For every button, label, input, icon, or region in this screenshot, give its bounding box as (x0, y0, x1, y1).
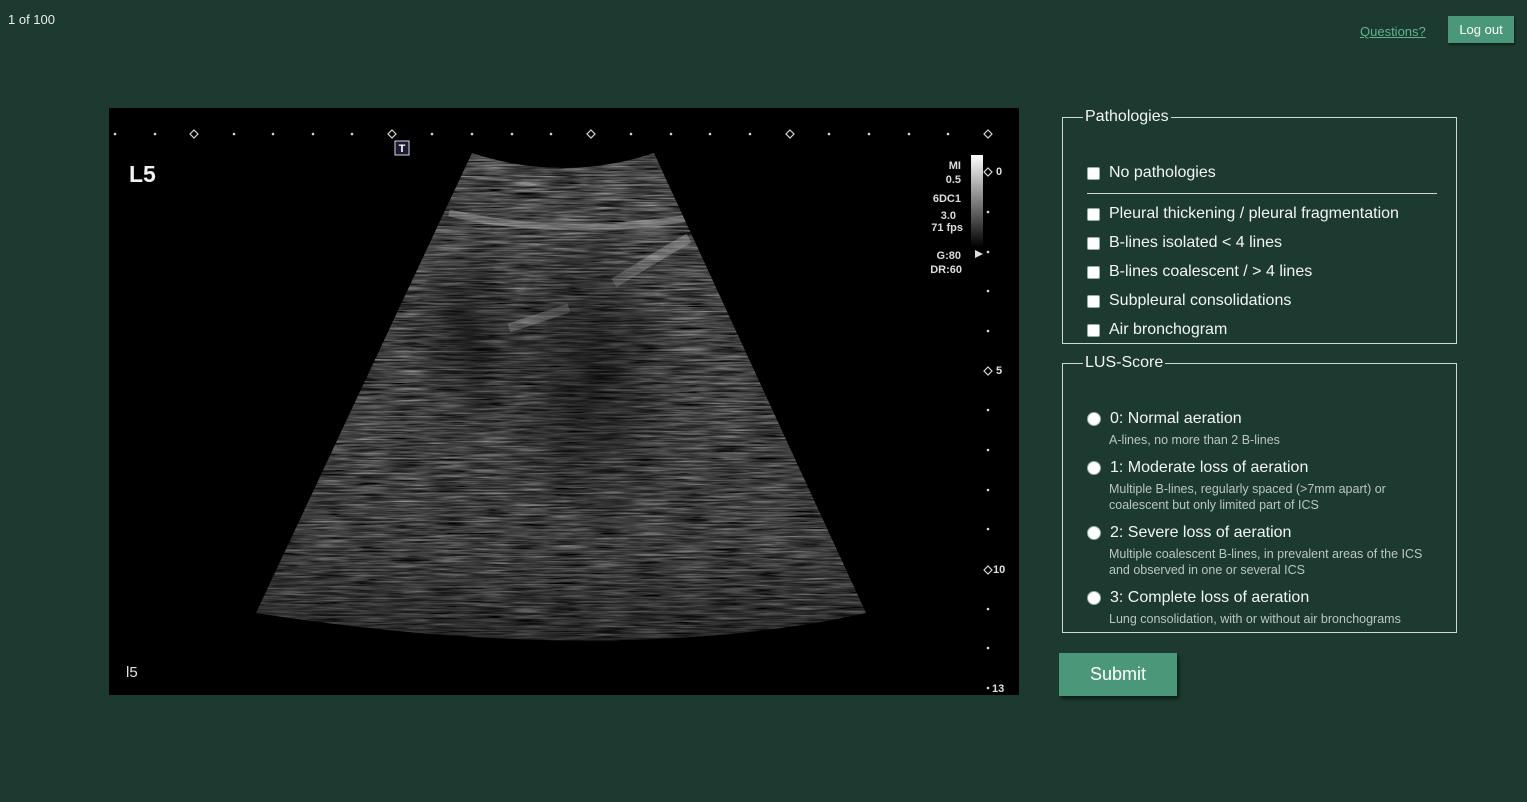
pathologies-divider (1087, 193, 1437, 194)
radio-score-3[interactable]: 3: Complete loss of aeration Lung consol… (1087, 589, 1439, 627)
checkbox-icon[interactable] (1087, 207, 1100, 221)
lus-score-legend: LUS-Score (1085, 354, 1164, 371)
radio-label: 3: Complete loss of aeration (1110, 589, 1310, 606)
radio-score-1[interactable]: 1: Moderate loss of aeration Multiple B-… (1087, 459, 1439, 513)
checkbox-pleural-thickening[interactable]: Pleural thickening / pleural fragmentati… (1087, 205, 1399, 223)
checkbox-air-bronchogram[interactable]: Air bronchogram (1087, 321, 1227, 339)
radio-description: Multiple B-lines, regularly spaced (>7mm… (1109, 482, 1386, 512)
checkbox-label: Subpleural consolidations (1109, 292, 1292, 309)
checkbox-label: B-lines coalescent / > 4 lines (1109, 263, 1313, 280)
ultrasound-scan: T (113, 129, 993, 690)
checkbox-icon[interactable] (1087, 323, 1100, 337)
depth-label-5: 5 (996, 365, 1003, 377)
grayscale-bar (971, 155, 983, 247)
checkbox-subpleural-consolidations[interactable]: Subpleural consolidations (1087, 292, 1291, 310)
pathologies-legend: Pathologies (1085, 108, 1169, 125)
depth-label-10: 10 (993, 564, 1006, 576)
checkbox-no-pathologies[interactable]: No pathologies (1087, 164, 1216, 182)
radio-score-0[interactable]: 0: Normal aeration A-lines, no more than… (1087, 410, 1439, 448)
lus-score-group: LUS-Score 0: Normal aeration A-lines, no… (1062, 354, 1457, 633)
checkbox-icon[interactable] (1087, 166, 1100, 180)
radio-label: 0: Normal aeration (1110, 410, 1242, 427)
radio-score-2[interactable]: 2: Severe loss of aeration Multiple coal… (1087, 524, 1439, 578)
pathologies-group: Pathologies No pathologies Pleural thick… (1062, 108, 1457, 344)
checkbox-label: No pathologies (1109, 164, 1216, 181)
dynamic-range-value: DR:60 (930, 264, 962, 276)
depth-label-0: 0 (996, 166, 1003, 178)
t-marker-label: T (399, 143, 406, 155)
depth-scale (986, 210, 990, 690)
checkbox-b-lines-isolated[interactable]: B-lines isolated < 4 lines (1087, 234, 1282, 252)
question-counter: 1 of 100 (8, 12, 55, 27)
radio-icon[interactable] (1087, 461, 1101, 475)
submit-button[interactable]: Submit (1059, 653, 1177, 696)
gain-value: G:80 (936, 250, 961, 262)
radio-description: A-lines, no more than 2 B-lines (1109, 433, 1280, 447)
zone-label-small: l5 (126, 664, 138, 681)
radio-description: Lung consolidation, with or without air … (1109, 612, 1401, 626)
probe-label: 6DC1 (932, 193, 961, 205)
mi-value: 0.5 (945, 174, 961, 186)
questions-link[interactable]: Questions? (1360, 24, 1426, 39)
frequency-value: 3.0 (940, 210, 956, 222)
radio-icon[interactable] (1087, 591, 1101, 605)
depth-label-13: 13 (992, 683, 1005, 695)
fps-value: 71 fps (931, 222, 963, 234)
checkbox-icon[interactable] (1087, 265, 1100, 279)
checkbox-b-lines-coalescent[interactable]: B-lines coalescent / > 4 lines (1087, 263, 1312, 281)
radio-icon[interactable] (1087, 412, 1101, 426)
radio-label: 2: Severe loss of aeration (1110, 524, 1292, 541)
radio-icon[interactable] (1087, 526, 1101, 540)
top-scale (113, 132, 950, 136)
radio-label: 1: Moderate loss of aeration (1110, 459, 1309, 476)
checkbox-label: Air bronchogram (1109, 321, 1228, 338)
checkbox-label: Pleural thickening / pleural fragmentati… (1109, 205, 1399, 222)
logout-button[interactable]: Log out (1448, 16, 1514, 43)
radio-description: Multiple coalescent B-lines, in prevalen… (1109, 547, 1423, 577)
ultrasound-image: T L5 l5 MI 0.5 6DC1 3.0 71 fps G:80 DR:6… (109, 108, 1019, 695)
checkbox-icon[interactable] (1087, 294, 1100, 308)
zone-label: L5 (129, 161, 156, 187)
checkbox-label: B-lines isolated < 4 lines (1109, 234, 1282, 251)
mi-label: MI (948, 160, 961, 172)
checkbox-icon[interactable] (1087, 236, 1100, 250)
